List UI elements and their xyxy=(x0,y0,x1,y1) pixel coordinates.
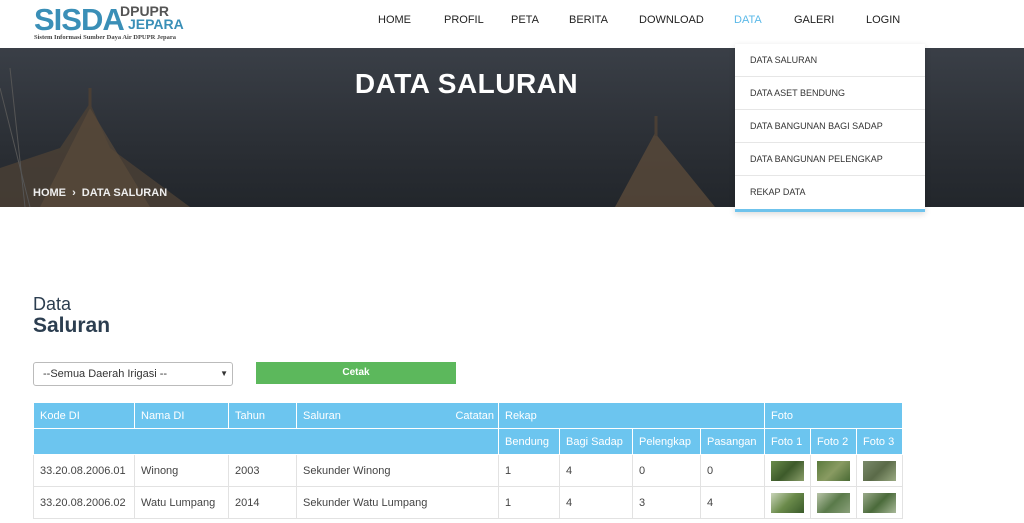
breadcrumb-home[interactable]: HOME xyxy=(33,187,66,199)
dropdown-item-data-bangunan-bagi-sadap[interactable]: DATA BANGUNAN BAGI SADAP xyxy=(735,110,925,143)
dropdown-item-rekap-data[interactable]: REKAP DATA xyxy=(735,176,925,209)
th-kode: Kode DI xyxy=(33,402,135,429)
site-header: SISDA DPUPR JEPARA Sistem Informasi Sumb… xyxy=(0,0,1024,48)
breadcrumb: HOME › DATA SALURAN xyxy=(33,187,167,199)
th-foto3: Foto 3 xyxy=(856,428,903,455)
photo-thumbnail[interactable] xyxy=(863,460,896,481)
cell-kode: 33.20.08.2006.01 xyxy=(33,454,135,487)
cell-pasangan: 0 xyxy=(700,454,765,487)
main-nav: HOME PROFIL PETA BERITA DOWNLOAD DATA GA… xyxy=(378,14,906,26)
photo-thumbnail[interactable] xyxy=(771,492,804,513)
nav-home[interactable]: HOME xyxy=(378,14,443,26)
cell-foto2 xyxy=(810,454,857,487)
cell-foto1 xyxy=(764,454,811,487)
cell-bendung: 1 xyxy=(498,486,560,519)
cell-pelengkap: 0 xyxy=(632,454,701,487)
cell-tahun: 2003 xyxy=(228,454,297,487)
th-catatan-label: Catatan xyxy=(455,409,494,422)
photo-thumbnail[interactable] xyxy=(863,492,896,513)
nav-profil[interactable]: PROFIL xyxy=(443,14,511,26)
logo-tagline: Sistem Informasi Sumber Daya Air DPUPR J… xyxy=(34,34,177,41)
cell-pasangan: 4 xyxy=(700,486,765,519)
section-title-small: Data xyxy=(33,294,72,314)
cell-pelengkap: 3 xyxy=(632,486,701,519)
nav-peta[interactable]: PETA xyxy=(511,14,569,26)
saluran-table: Kode DI Nama DI Tahun Saluran Catatan Re… xyxy=(33,402,903,519)
th-bagi-sadap: Bagi Sadap xyxy=(559,428,633,455)
select-arrow-icon: ▼ xyxy=(220,369,228,378)
cell-bendung: 1 xyxy=(498,454,560,487)
cell-foto2 xyxy=(810,486,857,519)
section-title-big: Saluran xyxy=(33,314,111,337)
nav-berita[interactable]: BERITA xyxy=(569,14,639,26)
th-saluran-label: Saluran xyxy=(303,409,341,422)
cell-bagi-sadap: 4 xyxy=(559,486,633,519)
dropdown-item-data-aset-bendung[interactable]: DATA ASET BENDUNG xyxy=(735,77,925,110)
cell-nama: Winong xyxy=(134,454,229,487)
cell-nama: Watu Lumpang xyxy=(134,486,229,519)
photo-thumbnail[interactable] xyxy=(771,460,804,481)
photo-thumbnail[interactable] xyxy=(817,492,850,513)
th-tahun: Tahun xyxy=(228,402,297,429)
dropdown-item-data-saluran[interactable]: DATA SALURAN xyxy=(735,44,925,77)
data-dropdown-menu: DATA SALURAN DATA ASET BENDUNG DATA BANG… xyxy=(735,44,925,212)
table-row: 33.20.08.2006.01 Winong 2003 Sekunder Wi… xyxy=(33,454,903,487)
th-saluran: Saluran Catatan xyxy=(296,402,499,429)
table-row: 33.20.08.2006.02 Watu Lumpang 2014 Sekun… xyxy=(33,486,903,519)
photo-thumbnail[interactable] xyxy=(817,460,850,481)
cell-tahun: 2014 xyxy=(228,486,297,519)
cell-saluran: Sekunder Watu Lumpang xyxy=(296,486,499,519)
th-bendung: Bendung xyxy=(498,428,560,455)
nav-galeri[interactable]: GALERI xyxy=(794,14,866,26)
breadcrumb-current: DATA SALURAN xyxy=(81,187,168,199)
th-rekap: Rekap xyxy=(498,402,765,429)
nav-login[interactable]: LOGIN xyxy=(866,14,906,26)
th-foto2: Foto 2 xyxy=(810,428,857,455)
th-foto: Foto xyxy=(764,402,903,429)
site-logo[interactable]: SISDA DPUPR JEPARA Sistem Informasi Sumb… xyxy=(34,3,194,43)
breadcrumb-separator: › xyxy=(72,187,76,199)
daerah-irigasi-select[interactable]: --Semua Daerah Irigasi -- ▼ xyxy=(33,362,233,386)
dropdown-item-data-bangunan-pelengkap[interactable]: DATA BANGUNAN PELENGKAP xyxy=(735,143,925,176)
th-foto1: Foto 1 xyxy=(764,428,811,455)
th-nama: Nama DI xyxy=(134,402,229,429)
cell-foto3 xyxy=(856,454,903,487)
logo-side-bottom: JEPARA xyxy=(128,16,184,32)
logo-main-text: SISDA xyxy=(34,2,125,37)
cell-kode: 33.20.08.2006.02 xyxy=(33,486,135,519)
th-pasangan: Pasangan xyxy=(700,428,765,455)
cell-saluran: Sekunder Winong xyxy=(296,454,499,487)
cell-foto1 xyxy=(764,486,811,519)
select-value: --Semua Daerah Irigasi -- xyxy=(43,368,168,380)
nav-download[interactable]: DOWNLOAD xyxy=(639,14,734,26)
cetak-button[interactable]: Cetak xyxy=(256,362,456,384)
table-header-row: Kode DI Nama DI Tahun Saluran Catatan Re… xyxy=(33,402,903,429)
th-pelengkap: Pelengkap xyxy=(632,428,701,455)
table-subheader-row: Bendung Bagi Sadap Pelengkap Pasangan Fo… xyxy=(33,428,903,455)
nav-data[interactable]: DATA xyxy=(734,14,794,26)
cell-foto3 xyxy=(856,486,903,519)
cell-bagi-sadap: 4 xyxy=(559,454,633,487)
